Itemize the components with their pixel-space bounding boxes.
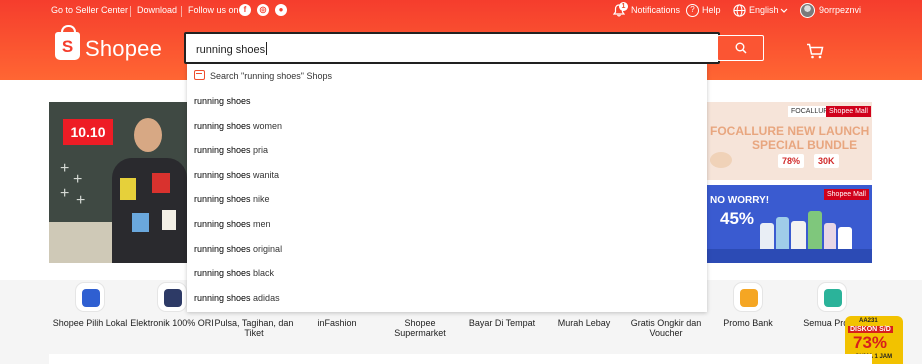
shop-icon [194, 70, 205, 80]
search-input-value: running shoes [196, 44, 266, 56]
suggestion-query: running shoes [194, 120, 251, 131]
content-card [49, 354, 872, 364]
suggestion-query: running shoes [194, 169, 251, 180]
discount-pill: 78% [778, 154, 805, 168]
side-banner-focallure[interactable]: FOCALLURE Shopee Mall FOCALLURE NEW LAUN… [704, 102, 872, 180]
search-input[interactable]: running shoes [184, 32, 720, 64]
mall-tag: Shopee Mall [824, 189, 869, 200]
category-label: Bayar Di Tempat [468, 318, 536, 328]
shopee-bag-icon: S [55, 25, 80, 60]
suggestion-query: running shoes [194, 194, 251, 205]
suggestion-query: running shoes [194, 268, 251, 279]
username[interactable]: 9orrpeznvi [819, 5, 861, 15]
seller-center-link[interactable]: Go to Seller Center [51, 5, 128, 15]
suggestion-suffix: black [250, 268, 275, 279]
divider [181, 6, 182, 17]
help-icon[interactable]: ? [686, 4, 699, 17]
banner-model-image [112, 118, 187, 263]
search-button[interactable] [717, 35, 764, 61]
search-suggestion-item[interactable]: running shoes men [187, 212, 707, 236]
search-suggestion-item[interactable]: running shoes black [187, 261, 707, 285]
follow-us-label: Follow us on [188, 5, 239, 15]
category-label: Shopee Pilih Lokal [52, 318, 128, 328]
suggestion-suffix: women [250, 120, 283, 131]
avatar[interactable] [800, 3, 815, 18]
category-label: Promo Bank [723, 318, 773, 328]
suggestion-query: running shoes [194, 292, 251, 303]
category-label: Elektronik 100% ORI [130, 318, 214, 328]
chevron-down-icon [780, 8, 788, 13]
category-icon [733, 282, 763, 312]
product-compact-image [710, 152, 732, 168]
globe-icon [733, 4, 746, 17]
suggestion-query: running shoes [194, 219, 251, 229]
suggestion-query: running shoes [194, 145, 251, 156]
category-icon [75, 282, 105, 312]
help-link[interactable]: Help [702, 5, 721, 15]
download-link[interactable]: Download [137, 5, 177, 15]
search-suggestion-item[interactable]: running shoes wanita [187, 163, 707, 187]
search-shops-suggestion[interactable]: Search "running shoes" Shops [187, 64, 707, 88]
search-suggestion-item[interactable]: running shoes women [187, 114, 707, 138]
instagram-icon[interactable]: ◎ [257, 4, 269, 16]
divider [130, 6, 131, 17]
facebook-icon[interactable]: f [239, 4, 251, 16]
search-suggestions-dropdown: Search "running shoes" Shops running sho… [187, 64, 707, 312]
voucher-pill: 30K [814, 154, 839, 168]
category-label: Murah Lebay [557, 318, 611, 328]
side-banner-percent: 45% [720, 209, 755, 228]
search-suggestion-item[interactable]: running shoes original [187, 237, 707, 261]
mall-tag: Shopee Mall [826, 106, 871, 117]
side-banner-subtitle: SPECIAL BUNDLE [752, 138, 858, 152]
logo-text: Shopee [85, 36, 163, 61]
line-icon[interactable]: ● [275, 4, 287, 16]
search-suggestion-item[interactable]: running shoes pria [187, 138, 707, 162]
side-banner-title: FOCALLURE NEW LAUNCH [710, 124, 870, 138]
top-bar: Go to Seller Center Download Follow us o… [0, 0, 922, 22]
suggestion-query: running shoes [194, 243, 251, 254]
category-icon [817, 282, 847, 312]
suggestion-suffix: nike [250, 194, 270, 205]
suggestion-suffix: adidas [250, 292, 280, 303]
search-suggestion-item[interactable]: running shoes adidas [187, 286, 707, 310]
search-icon [735, 42, 747, 54]
search-suggestion-item[interactable]: running shoes nike [187, 187, 707, 211]
suggestion-suffix: men [250, 219, 271, 229]
category-icon [157, 282, 187, 312]
suggestion-suffix: wanita [250, 169, 280, 180]
notifications-label: Notifications [631, 5, 681, 15]
category-label: Gratis Ongkir dan Voucher [630, 318, 702, 338]
suggestion-query: running shoes [194, 96, 251, 106]
language-label: English [749, 5, 779, 15]
side-banner-mall[interactable]: Shopee Mall NO WORRY! 45% [704, 185, 872, 263]
search-suggestion-item[interactable]: running shoes [187, 89, 707, 113]
suggestion-suffix: pria [250, 145, 269, 156]
suggestion-suffix: original [250, 243, 283, 254]
text-caret [266, 42, 268, 55]
category-label: inFashion [317, 318, 357, 328]
cart-icon[interactable] [806, 43, 824, 59]
category-label: Pulsa, Tagihan, dan Tiket [214, 318, 294, 338]
notification-count-badge: 1 [619, 2, 628, 11]
side-banner-headline: NO WORRY! [710, 195, 770, 206]
campaign-tag: 10.10 [63, 119, 113, 145]
category-label: Shopee Supermarket [394, 318, 446, 338]
